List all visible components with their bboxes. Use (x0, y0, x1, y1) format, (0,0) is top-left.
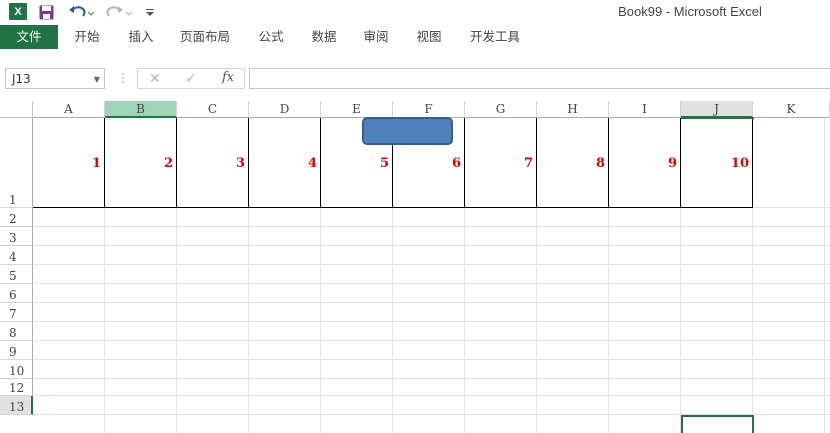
column-header-c[interactable]: C (177, 101, 249, 118)
ribbon-tabs: 文件 开始 插入 页面布局 公式 数据 审阅 视图 开发工具 (0, 25, 830, 49)
column-header-k[interactable]: K (753, 101, 830, 118)
tab-review[interactable]: 审阅 (354, 25, 398, 49)
blue-rounded-rectangle-shape[interactable] (362, 117, 453, 145)
formula-bar: J13 ▼ ⋮ ✕ ✓ fx (0, 67, 830, 92)
row-gridline (33, 226, 830, 227)
tab-insert[interactable]: 插入 (118, 25, 164, 49)
enter-check-icon[interactable]: ✓ (185, 70, 197, 87)
row-header-12[interactable]: 12 (0, 379, 33, 396)
select-all-corner[interactable] (0, 101, 33, 118)
ribbon-collapsed-area (0, 49, 830, 67)
column-j-marker (681, 117, 754, 119)
row-header-13[interactable]: 13 (0, 396, 33, 415)
title-bar: X Book99 - Microsoft Excel (0, 0, 830, 24)
column-header-a[interactable]: A (33, 101, 105, 118)
save-icon[interactable] (38, 3, 54, 21)
row-gridline (33, 321, 830, 322)
row-gridline (33, 245, 830, 246)
column-header-j[interactable]: J (681, 101, 753, 118)
formula-input[interactable] (249, 68, 830, 89)
more-options-icon[interactable]: ⋮ (117, 71, 129, 85)
cell-i1[interactable]: 9 (609, 118, 681, 208)
formula-buttons: ✕ ✓ fx (137, 68, 245, 89)
name-box-value: J13 (12, 72, 31, 86)
column-gridline (824, 118, 825, 433)
cell-value: 5 (379, 156, 389, 171)
active-cell-j13[interactable] (681, 415, 754, 433)
cell-value: 10 (730, 156, 749, 171)
worksheet-grid[interactable]: ABCDEFGHIJK 1 2 3 4 5 6 7 8 9 10 12 13 1 2 3 4 5 6 7 8 9 10 (0, 101, 830, 433)
tab-home[interactable]: 开始 (64, 25, 110, 49)
window-title: Book99 - Microsoft Excel (618, 4, 762, 19)
column-header-b[interactable]: B (105, 101, 177, 118)
row-header-3[interactable]: 3 (0, 227, 33, 246)
row-gridline (33, 264, 830, 265)
cell-value: 8 (595, 156, 605, 171)
excel-icon[interactable]: X (9, 3, 27, 20)
column-header-g[interactable]: G (465, 101, 537, 118)
row-gridline (33, 359, 830, 360)
column-header-f[interactable]: F (393, 101, 465, 118)
customize-toolbar-icon[interactable] (144, 3, 156, 21)
row-header-2[interactable]: 2 (0, 208, 33, 227)
insert-function-button[interactable]: fx (222, 70, 234, 85)
row-header-9[interactable]: 9 (0, 341, 33, 360)
cell-value: 6 (451, 156, 461, 171)
cell-value: 4 (307, 156, 317, 171)
cell-value: 1 (91, 156, 101, 171)
redo-icon[interactable] (106, 3, 132, 21)
cell-d1[interactable]: 4 (249, 118, 321, 208)
cell-b1[interactable]: 2 (105, 118, 177, 208)
cell-h1[interactable]: 8 (537, 118, 609, 208)
cell-value: 9 (667, 156, 677, 171)
column-header-d[interactable]: D (249, 101, 321, 118)
tab-formulas[interactable]: 公式 (250, 25, 292, 49)
column-header-i[interactable]: I (609, 101, 681, 118)
column-header-h[interactable]: H (537, 101, 609, 118)
tab-developer[interactable]: 开发工具 (460, 25, 530, 49)
undo-icon[interactable] (68, 3, 94, 21)
cell-a1[interactable]: 1 (33, 118, 105, 208)
cell-value: 3 (235, 156, 245, 171)
cancel-icon[interactable]: ✕ (149, 70, 161, 87)
row-header-1[interactable]: 1 (0, 118, 33, 208)
row-header-8[interactable]: 8 (0, 322, 33, 341)
tab-page-layout[interactable]: 页面布局 (172, 25, 238, 49)
row-header-4[interactable]: 4 (0, 246, 33, 265)
cell-j1[interactable]: 10 (681, 118, 753, 208)
tab-file[interactable]: 文件 (0, 25, 58, 49)
chevron-down-icon[interactable]: ▼ (94, 69, 100, 90)
row-header-7[interactable]: 7 (0, 303, 33, 322)
row-gridline (33, 340, 830, 341)
row-header-6[interactable]: 6 (0, 284, 33, 303)
column-header-e[interactable]: E (321, 101, 393, 118)
cell-g1[interactable]: 7 (465, 118, 537, 208)
tab-data[interactable]: 数据 (302, 25, 346, 49)
tab-view[interactable]: 视图 (407, 25, 451, 49)
name-box[interactable]: J13 ▼ (5, 68, 105, 89)
cell-c1[interactable]: 3 (177, 118, 249, 208)
row-gridline (33, 283, 830, 284)
row-gridline (33, 378, 830, 379)
row-gridline (33, 395, 830, 396)
row-header-10[interactable]: 10 (0, 360, 33, 379)
row-header-5[interactable]: 5 (0, 265, 33, 284)
cell-value: 2 (163, 156, 173, 171)
cell-value: 7 (523, 156, 533, 171)
row-gridline (33, 302, 830, 303)
